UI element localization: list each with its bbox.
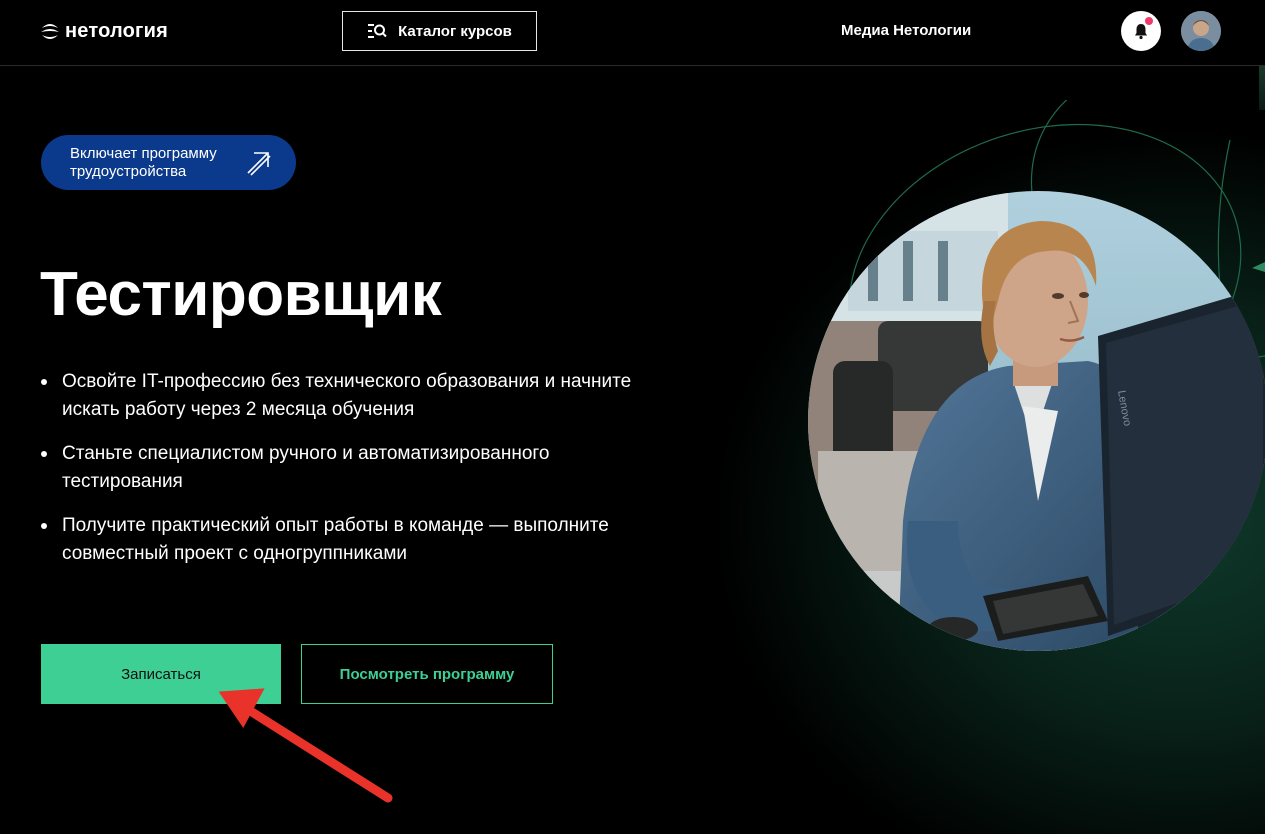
catalog-label: Каталог курсов [398,22,512,40]
page: нетология Каталог курсов Медиа Нетологии [0,0,1265,834]
logo-text: нетология [65,19,168,42]
logo[interactable]: нетология [40,18,168,44]
avatar-image [1181,11,1221,51]
page-title: Тестировщик [40,260,442,329]
hero-photo: Lenovo [808,191,1265,651]
student-at-computer-image: Lenovo [808,191,1265,651]
employment-program-badge[interactable]: Включает программу трудоустройства [41,135,296,190]
badge-text: Включает программу трудоустройства [70,144,217,180]
notifications-button[interactable] [1121,11,1161,51]
arrow-up-right-icon [247,152,271,176]
user-avatar[interactable] [1181,11,1221,51]
media-link[interactable]: Медиа Нетологии [841,22,971,39]
site-header: нетология Каталог курсов Медиа Нетологии [0,0,1265,66]
benefits-list: Освойте IT-профессию без технического об… [40,368,640,584]
benefit-item: Получите практический опыт работы в кома… [40,512,640,568]
catalog-search-icon [368,24,387,38]
catalog-button[interactable]: Каталог курсов [342,11,537,51]
benefit-item: Освойте IT-профессию без технического об… [40,368,640,424]
benefit-item: Станьте специалистом ручного и автоматиз… [40,440,640,496]
logo-icon [41,24,59,39]
notification-dot [1145,17,1153,25]
annotation-arrow [218,688,393,803]
